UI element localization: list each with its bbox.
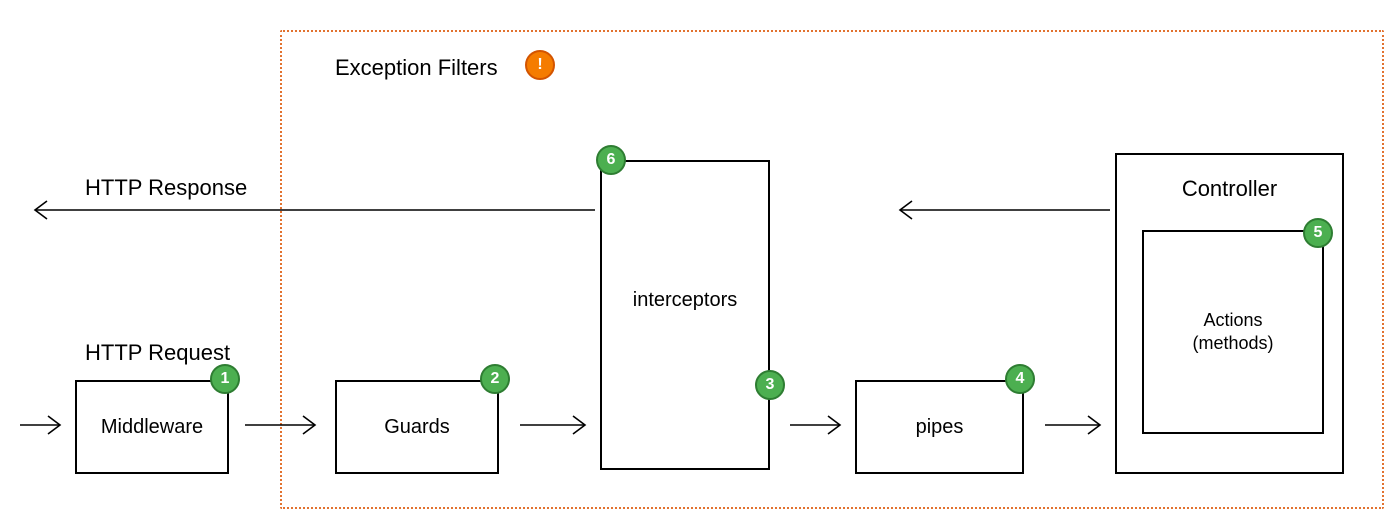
- arrow-response-out: [35, 201, 595, 219]
- arrows-layer: [0, 0, 1397, 512]
- arrow-controller-response: [900, 201, 1110, 219]
- arrow-guards-interceptors: [520, 416, 585, 434]
- arrow-pipes-controller: [1045, 416, 1100, 434]
- diagram-canvas: Exception Filters ! HTTP Response HTTP R…: [0, 0, 1397, 512]
- arrow-interceptors-pipes: [790, 416, 840, 434]
- arrow-mw-guards: [245, 416, 315, 434]
- arrow-in-middleware: [20, 416, 60, 434]
